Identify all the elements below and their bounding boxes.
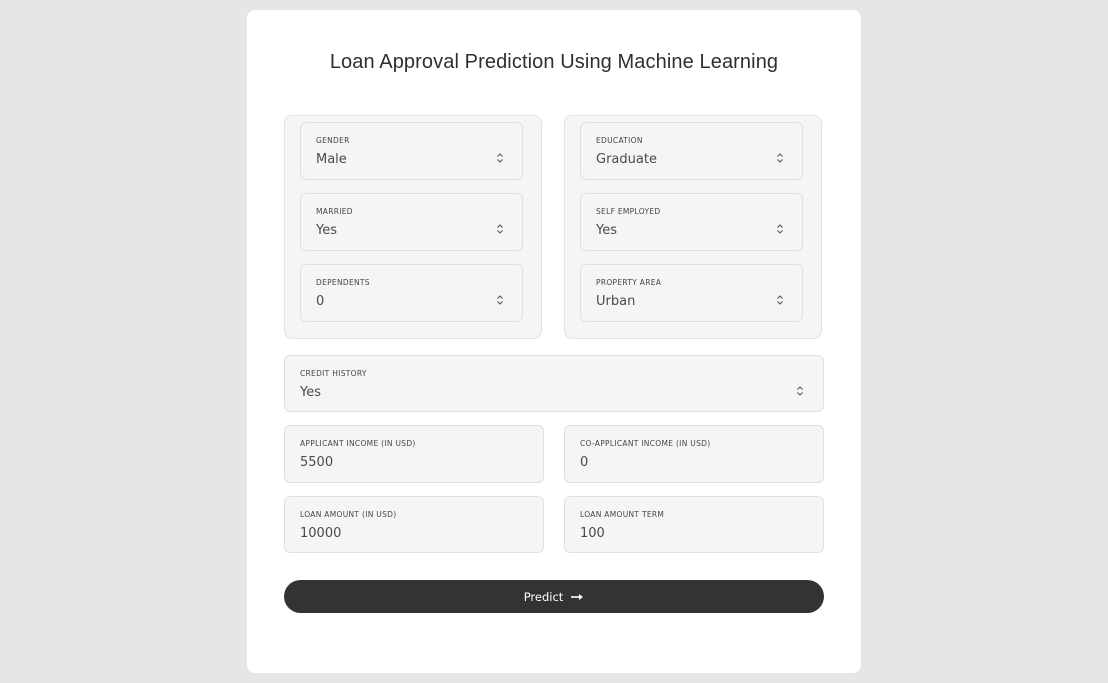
education-value: Graduate — [596, 152, 657, 167]
select-chevron-icon — [797, 386, 803, 396]
select-chevron-icon — [777, 295, 783, 305]
page-title: Loan Approval Prediction Using Machine L… — [329, 51, 779, 73]
education-label: EDUCATION — [596, 136, 643, 145]
applicant-income-value: 5500 — [300, 455, 334, 470]
arrow-right-icon — [571, 593, 584, 600]
dependents-select[interactable]: DEPENDENTS 0 — [300, 264, 523, 322]
select-chevron-icon — [777, 153, 783, 163]
property-area-select[interactable]: PROPERTY AREA Urban — [580, 264, 803, 322]
coapplicant-income-label: CO-APPLICANT INCOME (IN USD) — [580, 439, 711, 448]
self-employed-value: Yes — [596, 223, 617, 238]
employment-details-group: EDUCATION Graduate SELF EMPLOYED Yes PRO… — [564, 115, 822, 339]
loan-amount-input[interactable]: LOAN AMOUNT (IN USD) 10000 — [284, 496, 544, 553]
dependents-value: 0 — [316, 294, 325, 309]
select-chevron-icon — [497, 295, 503, 305]
loan-amount-term-value: 100 — [580, 526, 605, 541]
married-label: MARRIED — [316, 207, 353, 216]
personal-details-group: GENDER Male MARRIED Yes DEPENDENTS 0 — [284, 115, 542, 339]
gender-value: Male — [316, 152, 347, 167]
loan-amount-term-label: LOAN AMOUNT TERM — [580, 510, 665, 519]
self-employed-label: SELF EMPLOYED — [596, 207, 661, 216]
gender-select[interactable]: GENDER Male — [300, 122, 523, 180]
predict-button-label: Predict — [523, 589, 564, 604]
self-employed-select[interactable]: SELF EMPLOYED Yes — [580, 193, 803, 251]
select-chevron-icon — [497, 153, 503, 163]
loan-amount-label: LOAN AMOUNT (IN USD) — [300, 510, 397, 519]
gender-label: GENDER — [316, 136, 350, 145]
coapplicant-income-value: 0 — [580, 455, 589, 470]
credit-history-select[interactable]: CREDIT HISTORY Yes — [284, 355, 824, 412]
form-card: Loan Approval Prediction Using Machine L… — [247, 10, 861, 673]
loan-amount-value: 10000 — [300, 526, 342, 541]
property-area-label: PROPERTY AREA — [596, 278, 662, 287]
credit-history-label: CREDIT HISTORY — [300, 369, 367, 378]
select-chevron-icon — [777, 224, 783, 234]
education-select[interactable]: EDUCATION Graduate — [580, 122, 803, 180]
coapplicant-income-input[interactable]: CO-APPLICANT INCOME (IN USD) 0 — [564, 425, 824, 483]
married-select[interactable]: MARRIED Yes — [300, 193, 523, 251]
loan-amount-term-input[interactable]: LOAN AMOUNT TERM 100 — [564, 496, 824, 553]
credit-history-value: Yes — [300, 385, 321, 400]
select-chevron-icon — [497, 224, 503, 234]
property-area-value: Urban — [596, 294, 636, 309]
applicant-income-input[interactable]: APPLICANT INCOME (IN USD) 5500 — [284, 425, 544, 483]
applicant-income-label: APPLICANT INCOME (IN USD) — [300, 439, 416, 448]
married-value: Yes — [316, 223, 337, 238]
dependents-label: DEPENDENTS — [316, 278, 370, 287]
predict-button[interactable]: Predict — [284, 580, 824, 613]
